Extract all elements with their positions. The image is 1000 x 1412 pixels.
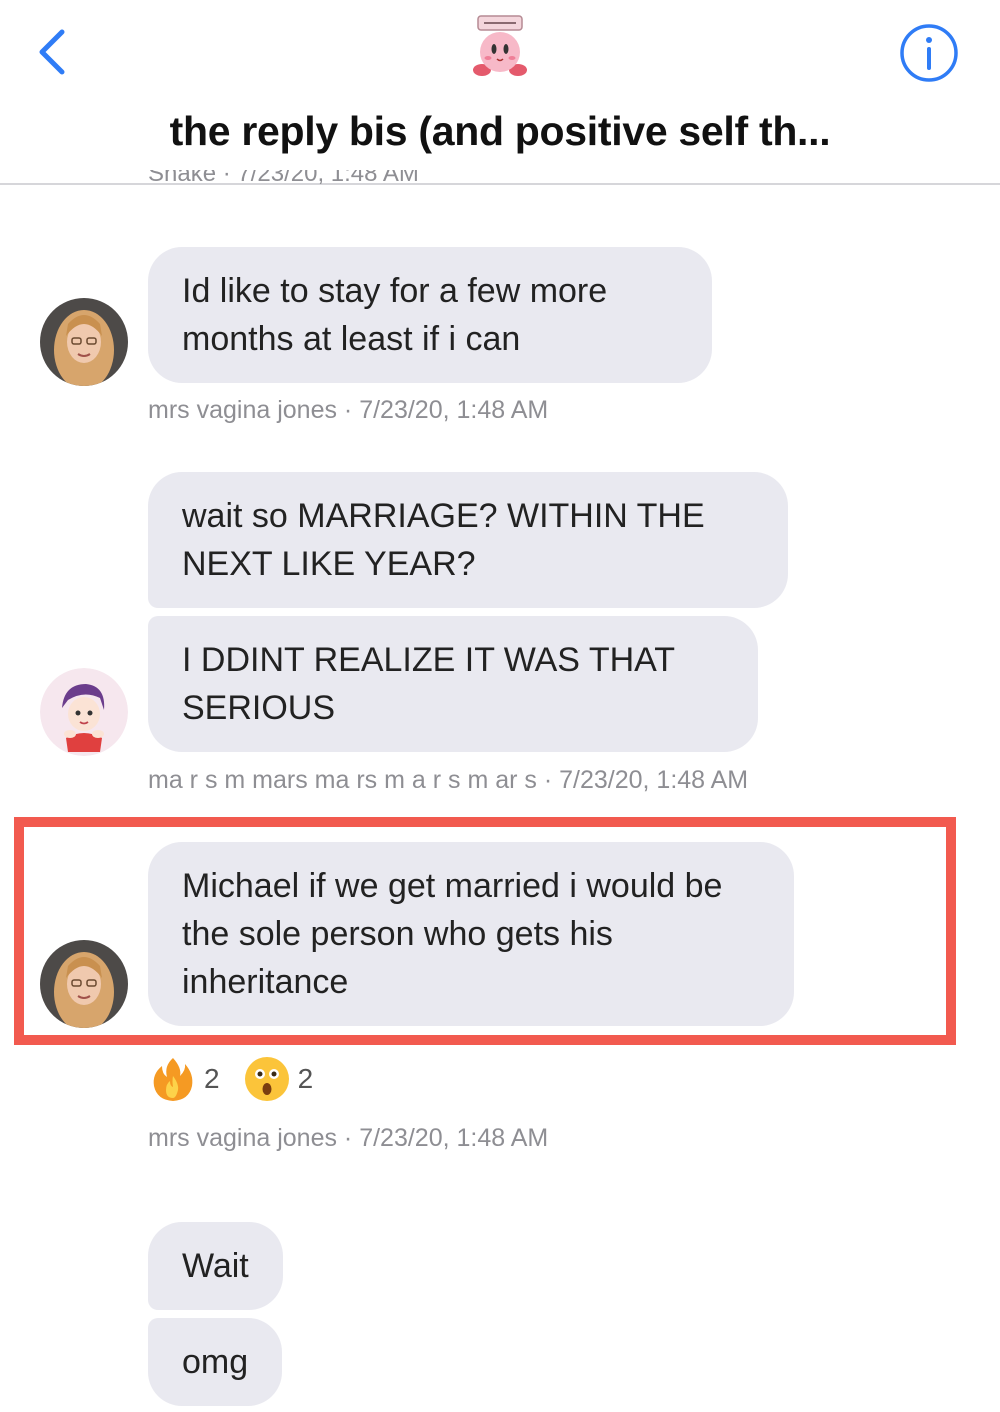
message-meta: mrs vagina jones · 7/23/20, 1:48 AM — [148, 396, 549, 424]
reaction-count: 2 — [297, 1063, 314, 1094]
chevron-left-icon — [39, 29, 65, 75]
message-reactions[interactable]: 2 2 — [148, 1055, 335, 1103]
chat-title[interactable]: the reply bis (and positive self th... — [0, 108, 1000, 155]
info-icon — [900, 24, 958, 82]
user-avatar-photo — [40, 298, 128, 386]
reaction-astonished[interactable]: 2 — [242, 1054, 314, 1104]
avatar[interactable] — [40, 668, 128, 756]
chat-header: the reply bis (and positive self th... — [0, 0, 1000, 185]
avatar[interactable] — [40, 298, 128, 386]
group-avatar[interactable] — [470, 12, 530, 84]
reaction-fire[interactable]: 2 — [148, 1054, 220, 1104]
cartoon-avatar-icon — [40, 668, 128, 756]
message-bubble[interactable]: Id like to stay for a few more months at… — [148, 247, 712, 383]
reaction-count: 2 — [204, 1063, 220, 1094]
message-bubble[interactable]: Wait — [148, 1222, 283, 1310]
back-button[interactable] — [30, 22, 80, 82]
message-bubble[interactable]: omg — [148, 1318, 283, 1406]
message-bubble[interactable]: I DDINT REALIZE IT WAS THAT SERIOUS — [148, 616, 758, 752]
fire-emoji-icon — [153, 1058, 193, 1101]
message-bubble[interactable]: wait so MARRIAGE? WITHIN THE NEXT LIKE Y… — [148, 472, 788, 608]
kirby-icon — [473, 15, 527, 76]
info-button[interactable] — [898, 22, 960, 84]
message-meta: mrs vagina jones · 7/23/20, 1:48 AM — [148, 1124, 549, 1152]
message-meta-cutoff: Snake · 7/23/20, 1:48 AM — [148, 170, 419, 187]
message-meta: ma r s m mars ma rs m a r s m ar s · 7/2… — [148, 766, 749, 794]
highlight-box — [14, 817, 956, 1045]
astonished-emoji-icon — [244, 1057, 289, 1101]
